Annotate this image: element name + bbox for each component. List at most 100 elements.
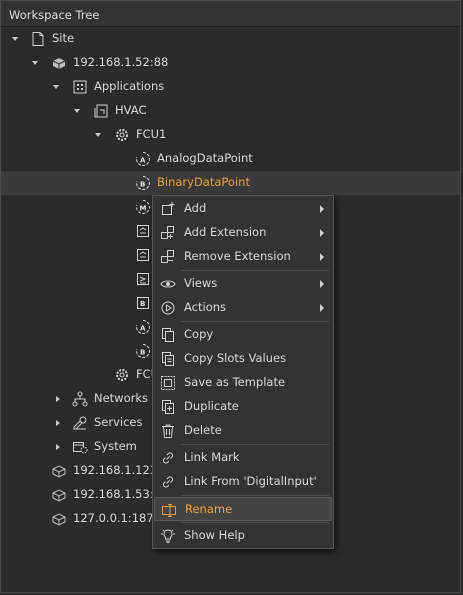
tree-label: System: [94, 439, 137, 453]
menu-item-views[interactable]: Views: [154, 272, 332, 296]
system-icon: [72, 439, 88, 455]
add-extension-icon: [160, 225, 176, 241]
menu-item-save-as-template[interactable]: Save as Template: [154, 371, 332, 395]
panel-header: Workspace Tree: [0, 0, 461, 27]
expand-arrow-icon[interactable]: [12, 35, 20, 43]
menu-item-remove-extension[interactable]: Remove Extension: [154, 245, 332, 269]
duplicate-icon: [160, 399, 176, 415]
menu-label: Show Help: [184, 528, 245, 542]
tree-label: 192.168.1.123:: [73, 463, 162, 477]
tree-label: FCU1: [136, 127, 167, 141]
context-menu[interactable]: Add Add Extension Remove Extension Views…: [152, 195, 334, 549]
server-icon: [51, 55, 67, 71]
svg-text:M: M: [140, 205, 147, 213]
submenu-arrow-icon: [320, 280, 324, 288]
submenu-arrow-icon: [320, 304, 324, 312]
remove-extension-icon: [160, 249, 176, 265]
menu-label: Save as Template: [184, 375, 286, 389]
trash-icon: [160, 423, 176, 439]
menu-label: Remove Extension: [184, 249, 291, 263]
tree-label: AnalogDataPoint: [157, 151, 253, 165]
submenu-arrow-icon: [320, 229, 324, 237]
svg-text:A: A: [140, 157, 146, 165]
expand-arrow-icon[interactable]: [54, 395, 62, 403]
binary-datapoint-icon: B: [135, 175, 151, 191]
extension-icon: [135, 223, 151, 239]
copy-icon: [160, 327, 176, 343]
extension-icon: [135, 247, 151, 263]
tree-label: 192.168.1.52:88: [73, 55, 169, 69]
menu-separator: [181, 270, 329, 271]
tree-label: 192.168.1.53:1: [73, 487, 162, 501]
compare-icon: [135, 271, 151, 287]
tree-item-binary-datapoint[interactable]: B BinaryDataPoint: [1, 171, 460, 195]
panel-title: Workspace Tree: [9, 8, 100, 22]
tree-label: BinaryDataPoint: [157, 175, 250, 189]
binary-datapoint-icon: B: [135, 343, 151, 359]
menu-item-rename[interactable]: Rename: [154, 497, 332, 521]
template-icon: [160, 375, 176, 391]
expand-arrow-icon[interactable]: [54, 419, 62, 427]
tree-item-site[interactable]: Site: [1, 27, 460, 51]
multistate-datapoint-icon: M: [135, 199, 151, 215]
server-icon: [51, 487, 67, 503]
application-icon: [93, 103, 109, 119]
menu-item-add[interactable]: Add: [154, 197, 332, 221]
link-icon: [160, 474, 176, 490]
menu-label: Link Mark: [184, 450, 240, 464]
link-icon: [160, 450, 176, 466]
page-icon: [30, 31, 46, 47]
menu-label: Actions: [184, 300, 227, 314]
menu-item-delete[interactable]: Delete: [154, 419, 332, 443]
svg-text:A: A: [140, 325, 146, 333]
menu-label: Copy Slots Values: [184, 351, 287, 365]
tree-item-analog-datapoint[interactable]: A AnalogDataPoint: [1, 147, 460, 171]
block-icon: B: [135, 295, 151, 311]
tree-label: Site: [52, 31, 75, 45]
menu-separator: [181, 321, 329, 322]
menu-label: Link From 'DigitalInput': [184, 474, 317, 488]
menu-label: Add: [184, 201, 207, 215]
expand-arrow-icon[interactable]: [54, 443, 62, 451]
menu-label: Delete: [184, 423, 222, 437]
menu-separator: [181, 444, 329, 445]
tree-label: HVAC: [115, 103, 147, 117]
submenu-arrow-icon: [320, 253, 324, 261]
tree-item-hvac[interactable]: HVAC: [1, 99, 460, 123]
tree-label: 127.0.0.1:1876: [73, 511, 162, 525]
tree-label: Applications: [94, 79, 165, 93]
tree-label: Networks: [94, 391, 149, 405]
lightbulb-icon: [160, 528, 176, 544]
network-icon: [72, 391, 88, 407]
expand-arrow-icon[interactable]: [32, 59, 40, 67]
copy-slots-icon: [160, 351, 176, 367]
gear-icon: [114, 367, 130, 383]
menu-item-add-extension[interactable]: Add Extension: [154, 221, 332, 245]
server-icon: [51, 463, 67, 479]
tree-item-station[interactable]: 192.168.1.52:88: [1, 51, 460, 75]
menu-label: Copy: [184, 327, 214, 341]
expand-arrow-icon[interactable]: [74, 107, 82, 115]
menu-label: Rename: [185, 502, 233, 516]
menu-separator: [181, 522, 329, 523]
expand-arrow-icon[interactable]: [95, 131, 103, 139]
play-icon: [160, 300, 176, 316]
menu-label: Views: [184, 276, 218, 290]
menu-item-actions[interactable]: Actions: [154, 296, 332, 320]
analog-datapoint-icon: A: [135, 319, 151, 335]
menu-item-link-from[interactable]: Link From 'DigitalInput': [154, 470, 332, 494]
menu-item-copy-slots-values[interactable]: Copy Slots Values: [154, 347, 332, 371]
expand-arrow-icon[interactable]: [53, 83, 61, 91]
services-icon: [72, 415, 88, 431]
menu-label: Duplicate: [184, 399, 239, 413]
menu-item-copy[interactable]: Copy: [154, 323, 332, 347]
menu-item-link-mark[interactable]: Link Mark: [154, 446, 332, 470]
gear-icon: [114, 127, 130, 143]
tree-label: Services: [94, 415, 143, 429]
tree-item-fcu1[interactable]: FCU1: [1, 123, 460, 147]
tree-item-applications[interactable]: Applications: [1, 75, 460, 99]
menu-item-show-help[interactable]: Show Help: [154, 524, 332, 548]
menu-label: Add Extension: [184, 225, 267, 239]
add-component-icon: [160, 201, 176, 217]
menu-item-duplicate[interactable]: Duplicate: [154, 395, 332, 419]
